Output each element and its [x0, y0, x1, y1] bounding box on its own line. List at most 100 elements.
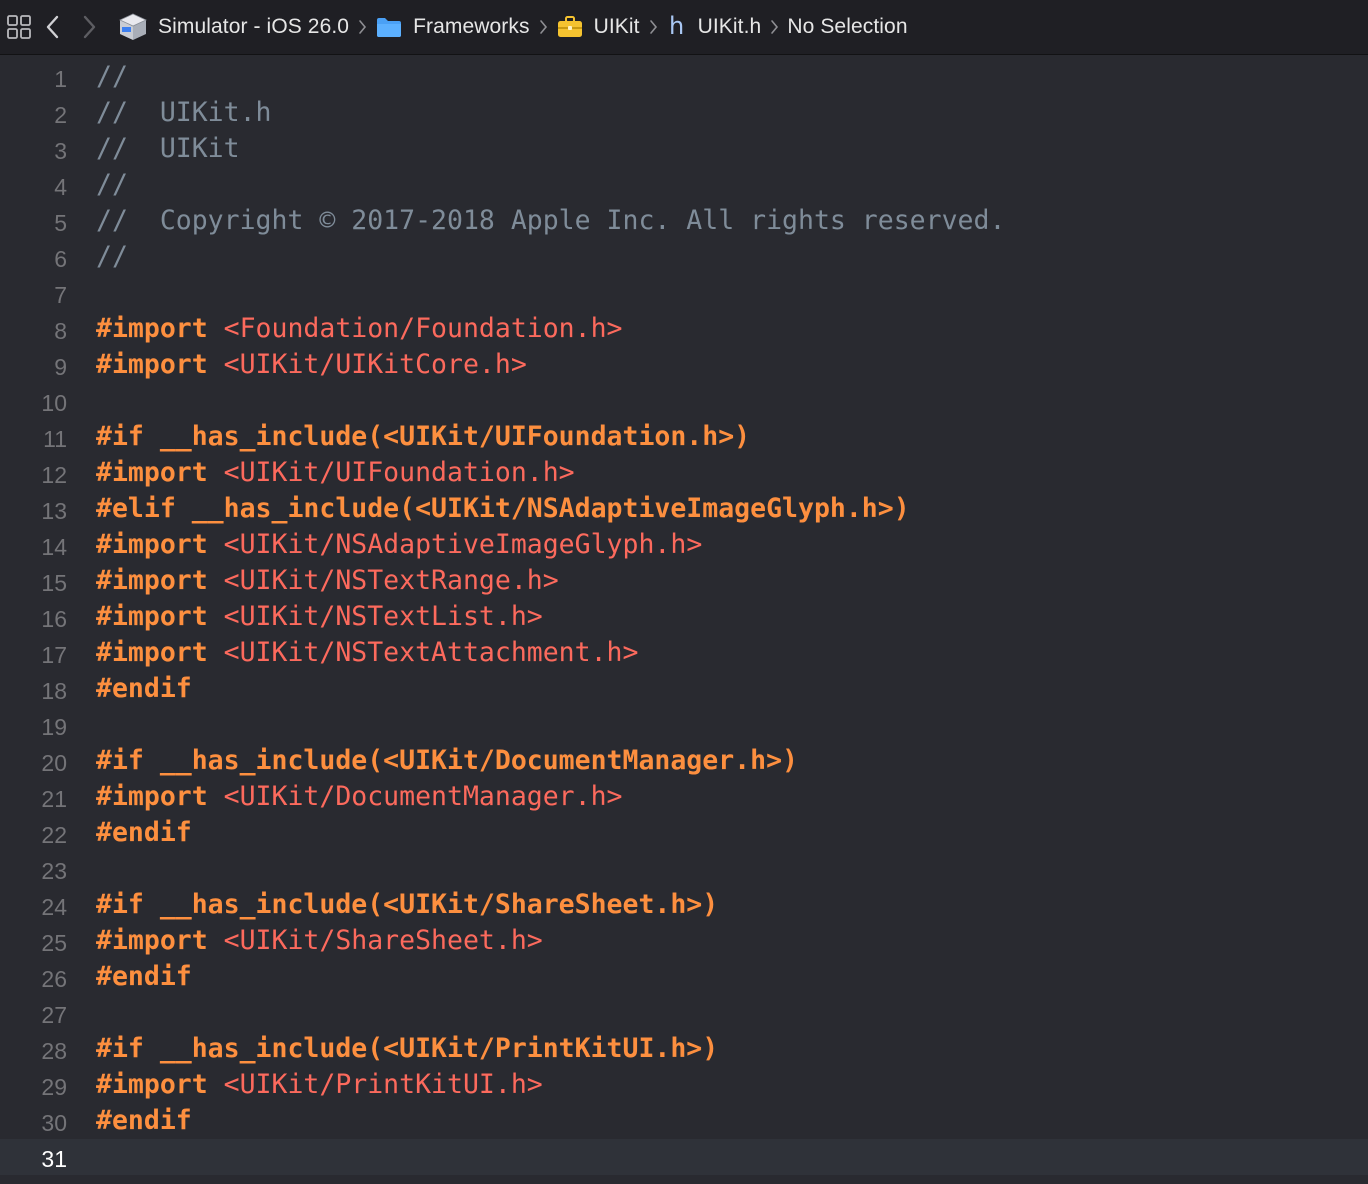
forward-button[interactable] — [76, 7, 102, 47]
comment-token: // — [96, 61, 128, 92]
path-token: <UIKit/PrintKitUI.h> — [223, 1069, 543, 1100]
code-line[interactable]: 31 — [0, 1139, 1368, 1175]
code-text[interactable]: // UIKit.h — [96, 95, 272, 131]
code-line[interactable]: 20 #if __has_include(<UIKit/DocumentManag… — [0, 743, 1368, 779]
directive-token: #if __has_include(<UIKit/DocumentManager… — [96, 745, 798, 776]
code-text[interactable]: #endif — [96, 1103, 192, 1139]
code-line[interactable]: 13 #elif __has_include(<UIKit/NSAdaptiveI… — [0, 491, 1368, 527]
comment-token: // — [96, 241, 128, 272]
code-line[interactable]: 9 #import <UIKit/UIKitCore.h> — [0, 347, 1368, 383]
code-line[interactable]: 6 // — [0, 239, 1368, 275]
code-line[interactable]: 7 — [0, 275, 1368, 311]
directive-token: #endif — [96, 1105, 192, 1136]
breadcrumb-sdk[interactable]: Simulator - iOS 26.0 — [118, 7, 349, 47]
source-editor[interactable]: 1 // 2 // UIKit.h 3 // UIKit 4 // 5 // Copyright … — [0, 56, 1368, 1184]
code-line[interactable]: 12 #import <UIKit/UIFoundation.h> — [0, 455, 1368, 491]
line-number: 24 — [41, 894, 67, 920]
code-line[interactable]: 17 #import <UIKit/NSTextAttachment.h> — [0, 635, 1368, 671]
code-line[interactable]: 21 #import <UIKit/DocumentManager.h> — [0, 779, 1368, 815]
code-text[interactable]: #endif — [96, 815, 192, 851]
line-number: 15 — [41, 570, 67, 596]
code-text[interactable]: // Copyright © 2017-2018 Apple Inc. All … — [96, 203, 1005, 239]
line-number: 1 — [54, 66, 67, 92]
breadcrumb-frameworks[interactable]: Frameworks — [375, 7, 530, 47]
line-number: 10 — [41, 390, 67, 416]
code-text[interactable]: #if __has_include(<UIKit/PrintKitUI.h>) — [96, 1031, 718, 1067]
code-text[interactable]: #import <UIKit/UIFoundation.h> — [96, 455, 575, 491]
directive-token: #import — [96, 313, 224, 344]
code-line[interactable]: 8 #import <Foundation/Foundation.h> — [0, 311, 1368, 347]
code-line[interactable]: 16 #import <UIKit/NSTextList.h> — [0, 599, 1368, 635]
line-number: 20 — [41, 750, 67, 776]
code-text[interactable]: #import <Foundation/Foundation.h> — [96, 311, 623, 347]
code-line[interactable]: 18 #endif — [0, 671, 1368, 707]
code-text[interactable]: #elif __has_include(<UIKit/NSAdaptiveIma… — [96, 491, 910, 527]
line-number: 17 — [41, 642, 67, 668]
sdk-box-icon — [118, 12, 148, 42]
code-line[interactable]: 23 — [0, 851, 1368, 887]
code-text[interactable]: #import <UIKit/DocumentManager.h> — [96, 779, 623, 815]
code-text[interactable]: #import <UIKit/NSTextAttachment.h> — [96, 635, 638, 671]
code-line[interactable]: 22 #endif — [0, 815, 1368, 851]
line-number: 18 — [41, 678, 67, 704]
code-line[interactable]: 1 // — [0, 59, 1368, 95]
code-line[interactable]: 4 // — [0, 167, 1368, 203]
line-number: 27 — [41, 1002, 67, 1028]
code-line[interactable]: 14 #import <UIKit/NSAdaptiveImageGlyph.h> — [0, 527, 1368, 563]
code-line[interactable]: 2 // UIKit.h — [0, 95, 1368, 131]
code-line[interactable]: 19 — [0, 707, 1368, 743]
code-text[interactable]: // — [96, 59, 128, 95]
comment-token: // UIKit — [96, 133, 240, 164]
line-number: 26 — [41, 966, 67, 992]
code-line[interactable]: 30 #endif — [0, 1103, 1368, 1139]
code-text[interactable]: #import <UIKit/PrintKitUI.h> — [96, 1067, 543, 1103]
breadcrumb-uikit[interactable]: UIKit — [556, 7, 640, 47]
code-text[interactable]: #import <UIKit/NSTextRange.h> — [96, 563, 559, 599]
code-text[interactable]: #endif — [96, 959, 192, 995]
code-line[interactable]: 3 // UIKit — [0, 131, 1368, 167]
line-number: 29 — [41, 1074, 67, 1100]
line-number: 7 — [54, 282, 67, 308]
breadcrumb-label: Simulator - iOS 26.0 — [158, 15, 350, 38]
line-number: 14 — [41, 534, 67, 560]
line-number: 4 — [54, 174, 67, 200]
code-text[interactable]: #import <UIKit/UIKitCore.h> — [96, 347, 527, 383]
directive-token: #import — [96, 1069, 224, 1100]
code-text[interactable]: #if __has_include(<UIKit/ShareSheet.h>) — [96, 887, 718, 923]
path-token: <UIKit/NSTextRange.h> — [223, 565, 559, 596]
code-line[interactable]: 27 — [0, 995, 1368, 1031]
code-line[interactable]: 26 #endif — [0, 959, 1368, 995]
code-line[interactable]: 24 #if __has_include(<UIKit/ShareSheet.h>… — [0, 887, 1368, 923]
directive-token: #import — [96, 925, 224, 956]
code-line[interactable]: 29 #import <UIKit/PrintKitUI.h> — [0, 1067, 1368, 1103]
line-number: 23 — [41, 858, 67, 884]
code-line[interactable]: 15 #import <UIKit/NSTextRange.h> — [0, 563, 1368, 599]
breadcrumb-separator — [640, 18, 666, 36]
code-line[interactable]: 10 — [0, 383, 1368, 419]
line-number: 21 — [41, 786, 67, 812]
related-items-grid-icon[interactable] — [4, 7, 34, 47]
code-text[interactable]: #if __has_include(<UIKit/UIFoundation.h>… — [96, 419, 750, 455]
path-token: <UIKit/UIKitCore.h> — [223, 349, 527, 380]
code-text[interactable]: #import <UIKit/NSTextList.h> — [96, 599, 543, 635]
header-file-icon: h — [669, 11, 685, 40]
code-text[interactable]: #endif — [96, 671, 192, 707]
code-text[interactable]: #import <UIKit/NSAdaptiveImageGlyph.h> — [96, 527, 702, 563]
directive-token: #endif — [96, 961, 192, 992]
breadcrumb-symbol[interactable]: No Selection — [787, 7, 907, 47]
jump-bar: Simulator - iOS 26.0 Frameworks UIKit h … — [0, 0, 1368, 55]
line-number: 31 — [41, 1146, 67, 1172]
line-number: 28 — [41, 1038, 67, 1064]
chevron-left-icon — [46, 15, 59, 39]
code-line[interactable]: 11 #if __has_include(<UIKit/UIFoundation.… — [0, 419, 1368, 455]
code-text[interactable]: // — [96, 167, 128, 203]
breadcrumb-file[interactable]: h UIKit.h — [666, 7, 762, 47]
code-line[interactable]: 5 // Copyright © 2017-2018 Apple Inc. All… — [0, 203, 1368, 239]
back-button[interactable] — [40, 7, 66, 47]
code-text[interactable]: #import <UIKit/ShareSheet.h> — [96, 923, 543, 959]
code-line[interactable]: 25 #import <UIKit/ShareSheet.h> — [0, 923, 1368, 959]
code-text[interactable]: // — [96, 239, 128, 275]
code-text[interactable]: // UIKit — [96, 131, 240, 167]
code-text[interactable]: #if __has_include(<UIKit/DocumentManager… — [96, 743, 798, 779]
code-line[interactable]: 28 #if __has_include(<UIKit/PrintKitUI.h>… — [0, 1031, 1368, 1067]
